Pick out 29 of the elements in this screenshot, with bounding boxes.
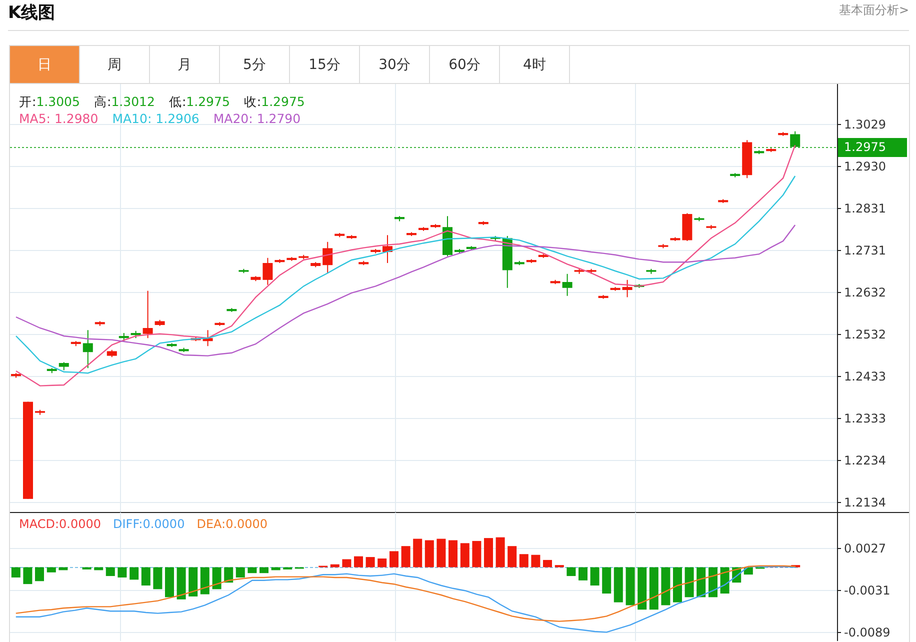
price-axis-label: 1.3029	[844, 118, 886, 132]
quote-label: 开:	[19, 93, 36, 110]
price-axis-label: 1.2433	[844, 370, 886, 384]
price-axis-label: 1.2134	[844, 496, 886, 510]
macd-legend-value: DIFF:0.0000	[113, 517, 185, 531]
quote-value: 1.2975	[186, 93, 230, 110]
price-axis-label: 1.2532	[844, 328, 886, 342]
quote-value: 1.2975	[261, 93, 305, 110]
quote-label: 收:	[244, 93, 262, 110]
moving-average-value: MA10: 1.2906	[112, 110, 200, 127]
price-axis-label: 1.2333	[844, 412, 886, 426]
macd-axis-label: 0.0027	[844, 542, 886, 556]
current-price-tag: 1.2975	[838, 138, 907, 157]
page-title: K线图	[8, 2, 56, 24]
quote-label: 高:	[94, 93, 112, 110]
macd-legend-value: DEA:0.0000	[196, 517, 268, 531]
quote-label: 低:	[168, 93, 186, 110]
price-axis-label: 1.2731	[844, 244, 886, 258]
moving-average-value: MA5: 1.2980	[19, 110, 98, 127]
quote-value: 1.3005	[36, 93, 80, 110]
macd-legend-value: MACD:0.0000	[19, 517, 102, 531]
price-axis-label: 1.2234	[844, 454, 886, 468]
macd-axis-label: -0.0031	[844, 584, 890, 598]
moving-average-value: MA20: 1.2790	[213, 110, 301, 127]
quote-value: 1.3012	[111, 93, 155, 110]
price-axis-label: 1.2930	[844, 160, 886, 174]
macd-axis-label: -0.0089	[844, 626, 890, 640]
price-axis-label: 1.2632	[844, 286, 886, 300]
price-axis-label: 1.2831	[844, 202, 886, 216]
